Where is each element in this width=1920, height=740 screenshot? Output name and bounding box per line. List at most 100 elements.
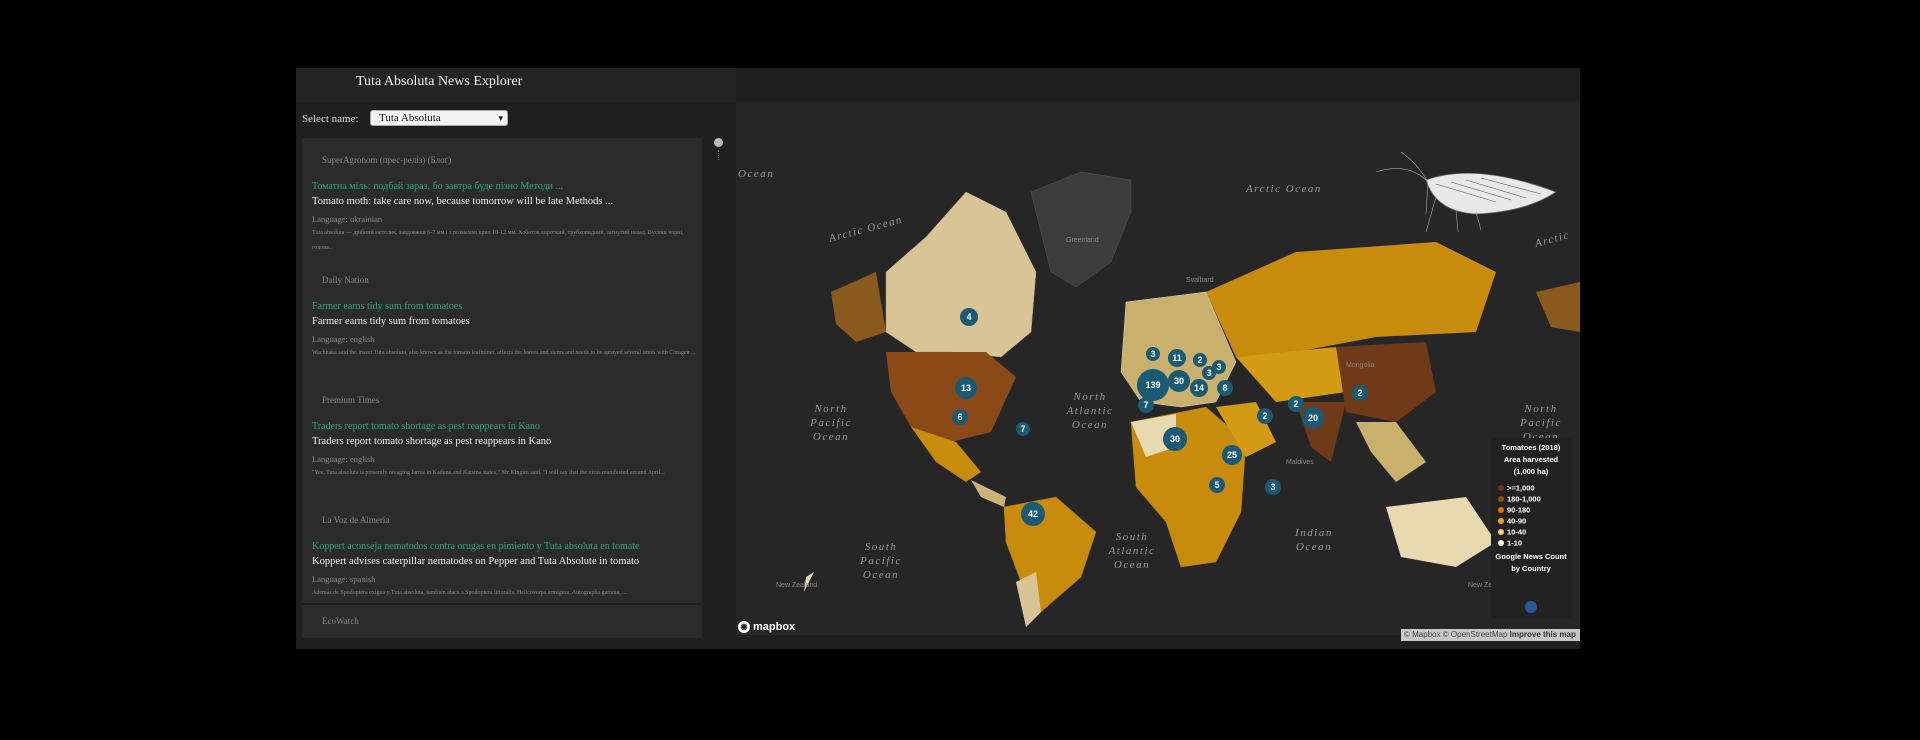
news-language: Language: ukrainian (312, 214, 383, 224)
legend-news-title: Google News Count (1495, 552, 1567, 561)
cluster-count: 42 (1028, 509, 1038, 519)
news-list[interactable]: SuperAgronom (прес-реліз) (Блог) Томатна… (302, 138, 702, 638)
cluster-count: 3 (1216, 362, 1221, 372)
ocean-label: Pacific (1519, 417, 1562, 429)
news-snippet: Tuta absoluta — дрібний метелик, завдовж… (312, 230, 684, 251)
cluster-count: 8 (1222, 383, 1227, 393)
ocean-label: Ocean (1072, 419, 1108, 431)
mapbox-logo[interactable]: ◉ mapbox (738, 621, 795, 634)
news-source: Premium Times (322, 395, 380, 405)
news-source: EcoWatch (322, 616, 359, 626)
legend-unit: (1,000 ha) (1513, 467, 1549, 476)
attribution-text: © Mapbox © OpenStreetMap (1404, 630, 1508, 639)
ocean-label: Ocean (863, 569, 899, 581)
news-source: SuperAgronom (прес-реліз) (Блог) (322, 155, 452, 165)
place-label: Mongolia (1346, 362, 1375, 369)
header: Tuta Absoluta News Explorer (296, 68, 736, 102)
ocean-label: Atlantic (1108, 545, 1156, 557)
cluster-count: 3 (1206, 368, 1211, 378)
ocean-label: Ocean (1114, 559, 1150, 571)
news-translated-title: Tomato moth: take care now, because tomo… (312, 196, 613, 207)
chevron-down-icon: ▾ (498, 113, 503, 123)
ocean-label: South (1116, 531, 1149, 543)
news-snippet: Wachhaka said the insect Tuta absoluta, … (312, 350, 696, 356)
legend-news-marker (1525, 601, 1537, 613)
news-translated-title: Traders report tomato shortage as pest r… (312, 436, 552, 447)
ocean-label: Indian (1294, 527, 1333, 539)
mapbox-logo-icon: ◉ (738, 621, 750, 634)
name-select[interactable]: Tuta Absoluta ▾ (370, 110, 508, 126)
news-original-title-link[interactable]: Traders report tomato shortage as pest r… (312, 421, 540, 432)
place-label: Greenland (1066, 237, 1099, 244)
news-original-title-link[interactable]: Томатна міль: подбай зараз, бо завтра бу… (312, 181, 563, 192)
legend-news-subtitle: by Country (1511, 564, 1551, 573)
cluster-count: 2 (1357, 388, 1362, 398)
cluster-count: 3 (1150, 349, 1155, 359)
ocean-label: South (865, 541, 898, 553)
cluster-count: 6 (957, 412, 962, 422)
cluster-count: 13 (961, 383, 971, 393)
ocean-label: North (813, 403, 847, 415)
app-window: Tuta Absoluta News Explorer Select name:… (296, 68, 1580, 649)
ocean-label: Ocean (738, 168, 774, 180)
cluster-count: 2 (1262, 411, 1267, 421)
world-map[interactable]: Arctic Ocean Arctic Ocean Arctic Ocean N… (736, 102, 1580, 635)
cluster-count: 7 (1143, 400, 1148, 410)
ocean-label: Pacific (809, 417, 852, 429)
legend-item: 10-40 (1498, 527, 1526, 537)
place-label: New Zealand (776, 582, 817, 589)
cluster-count: 20 (1308, 413, 1318, 423)
cluster-count: 11 (1172, 353, 1182, 363)
news-original-title-link[interactable]: Koppert aconseja nematodos contra orugas… (312, 541, 639, 552)
news-card[interactable]: La Voz de Almería Koppert aconseja nemat… (302, 498, 702, 605)
ocean-label: Ocean (813, 431, 849, 443)
cluster-count: 139 (1145, 380, 1160, 390)
page-title: Tuta Absoluta News Explorer (356, 74, 523, 89)
scrollbar-track[interactable] (718, 150, 720, 160)
news-language: Language: spanish (312, 574, 376, 584)
cluster-count: 5 (1214, 480, 1219, 490)
cluster-count: 4 (966, 312, 971, 322)
cluster-count: 2 (1293, 399, 1298, 409)
legend-item: >=1,000 (1498, 483, 1535, 493)
news-card[interactable]: SuperAgronom (прес-реліз) (Блог) Томатна… (302, 138, 702, 260)
cluster-count: 2 (1197, 355, 1202, 365)
legend-subtitle: Area harvested (1503, 455, 1559, 464)
map-canvas[interactable]: Arctic Ocean Arctic Ocean Arctic Ocean N… (736, 102, 1580, 635)
scrollbar-thumb[interactable] (714, 138, 723, 147)
ocean-label: Arctic Ocean (1245, 183, 1322, 195)
news-source: La Voz de Almería (322, 515, 390, 525)
legend-item: 180-1,000 (1498, 494, 1541, 504)
ocean-label: North (1072, 391, 1106, 403)
news-source: Daily Nation (322, 275, 369, 285)
news-original-title-link[interactable]: Farmer earns tidy sum from tomatoes (312, 301, 462, 312)
news-card[interactable]: EcoWatch (302, 605, 702, 638)
news-language: Language: english (312, 454, 375, 464)
news-translated-title: Farmer earns tidy sum from tomatoes (312, 316, 470, 327)
ocean-label: North (1523, 403, 1557, 415)
legend-item: 1-10 (1498, 538, 1522, 548)
cluster-count: 3 (1270, 482, 1275, 492)
ocean-label: Atlantic (1066, 405, 1114, 417)
improve-map-link[interactable]: Improve this map (1510, 630, 1576, 639)
legend-item: 90-180 (1498, 505, 1530, 515)
news-snippet: "Yes, Tuta absoluta is presently ravagin… (312, 470, 665, 476)
news-card[interactable]: Daily Nation Farmer earns tidy sum from … (302, 258, 702, 380)
news-snippet: Además de Spodoptera exigua y Tuta absol… (312, 590, 627, 596)
name-select-value: Tuta Absoluta (379, 112, 441, 124)
cluster-count: 30 (1170, 434, 1180, 444)
news-card[interactable]: Premium Times Traders report tomato shor… (302, 378, 702, 500)
cluster-count: 25 (1227, 450, 1237, 460)
cluster-count: 30 (1174, 376, 1184, 386)
map-legend: Tomatoes (2018) Area harvested (1,000 ha… (1491, 438, 1571, 618)
cluster-count: 7 (1020, 424, 1025, 434)
map-attribution[interactable]: © Mapbox © OpenStreetMap Improve this ma… (1401, 629, 1580, 641)
place-label: Svalbard (1186, 277, 1214, 284)
cluster-count: 14 (1194, 383, 1204, 393)
legend-item: 40-90 (1498, 516, 1526, 526)
ocean-label: Pacific (859, 555, 902, 567)
news-language: Language: english (312, 334, 375, 344)
ocean-label: Ocean (1296, 541, 1332, 553)
news-translated-title: Koppert advises caterpillar nematodes on… (312, 556, 640, 567)
place-label: Maldives (1286, 459, 1314, 466)
